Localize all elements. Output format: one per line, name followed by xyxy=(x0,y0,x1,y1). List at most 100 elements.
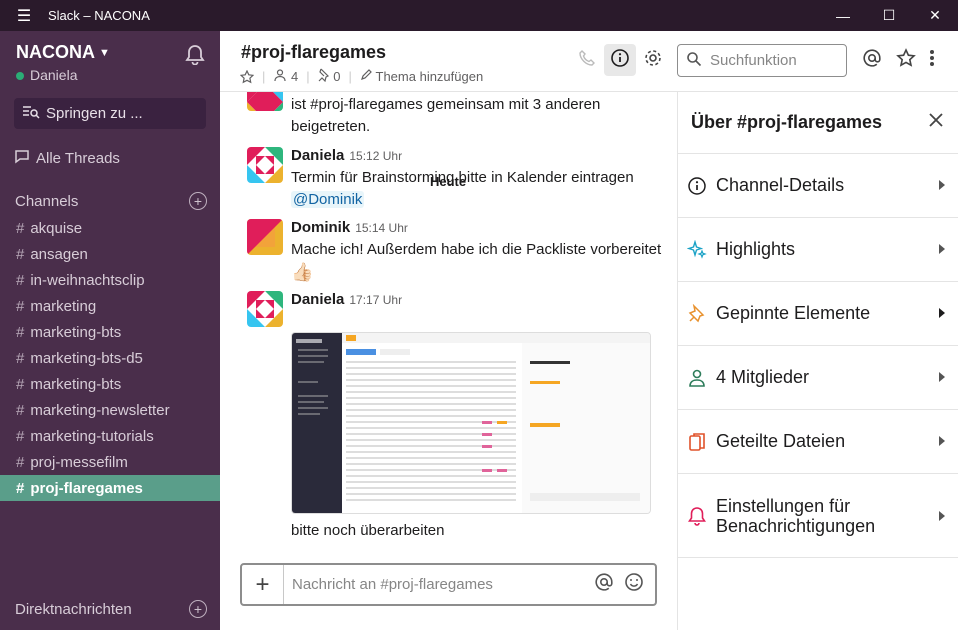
window-title: Slack – NACONA xyxy=(48,8,150,23)
kebab-menu-icon xyxy=(929,48,935,73)
online-status-icon xyxy=(16,72,24,80)
jump-search-icon xyxy=(22,105,40,123)
chevron-right-icon xyxy=(939,180,945,190)
sidebar-item-channel[interactable]: # marketing-bts-d5 xyxy=(0,345,220,371)
close-window-button[interactable]: ✕ xyxy=(912,0,958,31)
author-name: Daniela xyxy=(291,291,345,308)
message-input[interactable]: Nachricht an #proj-flaregames xyxy=(284,576,589,593)
hash-icon: # xyxy=(16,375,25,393)
sidebar-item-channel[interactable]: # in-weihnachtsclip xyxy=(0,267,220,293)
sidebar-item-channel[interactable]: # ansagen xyxy=(0,241,220,267)
add-dm-icon[interactable]: + xyxy=(189,600,207,618)
user-mention[interactable]: @Dominik xyxy=(291,191,365,208)
plus-icon: + xyxy=(255,570,270,598)
add-topic-link[interactable]: Thema hinzufügen xyxy=(360,69,483,84)
message-time[interactable]: 15:14 Uhr xyxy=(355,221,408,235)
sidebar-item-channel-active[interactable]: # proj-flaregames xyxy=(0,475,220,501)
add-channel-icon[interactable]: + xyxy=(189,192,207,210)
sparkle-icon xyxy=(687,239,707,260)
mention-button[interactable] xyxy=(589,572,619,597)
chevron-right-icon xyxy=(939,244,945,254)
channel-settings-button[interactable] xyxy=(637,44,669,76)
search-input[interactable]: Suchfunktion xyxy=(677,44,847,77)
jump-to-button[interactable]: Springen zu ... xyxy=(14,98,206,129)
sidebar-item-channel[interactable]: # marketing-bts xyxy=(0,371,220,397)
message-time[interactable]: 15:12 Uhr xyxy=(349,149,402,163)
details-item-members[interactable]: 4 Mitglieder xyxy=(678,346,958,410)
mentions-button[interactable] xyxy=(856,44,888,76)
sidebar-item-channel[interactable]: # proj-messefilm xyxy=(0,449,220,475)
details-item-label: Gepinnte Elemente xyxy=(716,303,871,323)
avatar[interactable] xyxy=(247,219,283,255)
sidebar-item-channel[interactable]: # marketing-newsletter xyxy=(0,397,220,423)
reaction-emoji: 👍🏻 xyxy=(291,262,314,282)
hash-icon: # xyxy=(16,245,25,263)
all-threads-link[interactable]: Alle Threads xyxy=(14,148,120,168)
pins-value: 0 xyxy=(333,69,341,84)
channel-details-panel: Über #proj-flaregames Channel-Details Hi… xyxy=(677,92,958,630)
sidebar-item-channel[interactable]: # akquise xyxy=(0,215,220,241)
attach-plus-button[interactable]: + xyxy=(242,565,284,604)
image-attachment[interactable] xyxy=(291,332,651,514)
call-button[interactable] xyxy=(571,44,603,76)
channel-name: marketing-newsletter xyxy=(30,401,170,419)
maximize-button[interactable]: ☐ xyxy=(866,0,912,31)
hash-icon: # xyxy=(16,323,25,341)
workspace-menu[interactable]: NACONA ▼ xyxy=(16,42,110,63)
message-composer[interactable]: + Nachricht an #proj-flaregames xyxy=(240,563,657,606)
chevron-right-icon xyxy=(939,511,945,521)
person-icon xyxy=(687,368,707,388)
details-item-label: Geteilte Dateien xyxy=(716,431,846,451)
minimize-button[interactable]: — xyxy=(820,0,866,31)
channels-section-header[interactable]: Channels + xyxy=(15,192,207,210)
channel-title[interactable]: #proj-flaregames xyxy=(241,42,386,63)
details-item-highlights[interactable]: Highlights xyxy=(678,218,958,282)
channel-info-button[interactable] xyxy=(604,44,636,76)
members-count[interactable]: 4 xyxy=(273,68,298,85)
chevron-right-icon xyxy=(939,372,945,382)
info-icon xyxy=(687,176,707,196)
starred-button[interactable] xyxy=(890,44,922,76)
message-time[interactable]: 17:17 Uhr xyxy=(349,293,402,307)
message-author[interactable]: Daniela 17:17 Uhr xyxy=(291,291,402,308)
pin-icon xyxy=(318,68,330,85)
pencil-icon xyxy=(360,69,372,84)
current-user[interactable]: Daniela xyxy=(16,67,77,83)
details-item-shared-files[interactable]: Geteilte Dateien xyxy=(678,410,958,474)
channel-name: akquise xyxy=(30,219,83,237)
sidebar-item-channel[interactable]: # marketing-bts xyxy=(0,319,220,345)
channel-name: marketing-bts xyxy=(30,375,122,393)
hamburger-menu-icon[interactable]: ☰ xyxy=(0,6,48,26)
chevron-right-icon xyxy=(939,436,945,446)
emoji-button[interactable] xyxy=(619,572,649,597)
system-text: ist #proj-flaregames gemeinsam mit 3 and… xyxy=(291,96,601,135)
star-icon[interactable] xyxy=(240,69,254,84)
details-item-pinned[interactable]: Gepinnte Elemente xyxy=(678,282,958,346)
sidebar-item-channel[interactable]: # marketing-tutorials xyxy=(0,423,220,449)
notifications-bell-icon[interactable] xyxy=(184,43,206,66)
close-icon[interactable] xyxy=(928,112,944,133)
info-icon xyxy=(610,48,630,73)
message-author[interactable]: Dominik 15:14 Uhr xyxy=(291,219,408,236)
avatar[interactable] xyxy=(247,291,283,327)
author-name: Dominik xyxy=(291,219,351,236)
more-options-button[interactable] xyxy=(920,44,944,76)
channel-name: marketing-bts xyxy=(30,323,122,341)
user-name: Daniela xyxy=(30,67,78,83)
details-item-label: Channel-Details xyxy=(716,175,845,195)
hash-icon: # xyxy=(16,427,25,445)
dm-section-header[interactable]: Direktnachrichten + xyxy=(15,600,207,618)
pins-count[interactable]: 0 xyxy=(318,68,341,85)
hash-icon: # xyxy=(16,401,25,419)
channel-name: marketing-bts-d5 xyxy=(30,349,143,367)
jump-label: Springen zu ... xyxy=(46,105,143,122)
details-item-channel-details[interactable]: Channel-Details xyxy=(678,154,958,218)
hash-icon: # xyxy=(16,297,25,315)
person-icon xyxy=(273,68,287,85)
sidebar-item-channel[interactable]: # marketing xyxy=(0,293,220,319)
details-item-notifications[interactable]: Einstellungen für Benachrichtigungen xyxy=(678,474,958,558)
smiley-icon xyxy=(624,572,644,597)
message-author[interactable]: Daniela 15:12 Uhr xyxy=(291,147,402,164)
avatar[interactable] xyxy=(247,92,283,111)
avatar[interactable] xyxy=(247,147,283,183)
